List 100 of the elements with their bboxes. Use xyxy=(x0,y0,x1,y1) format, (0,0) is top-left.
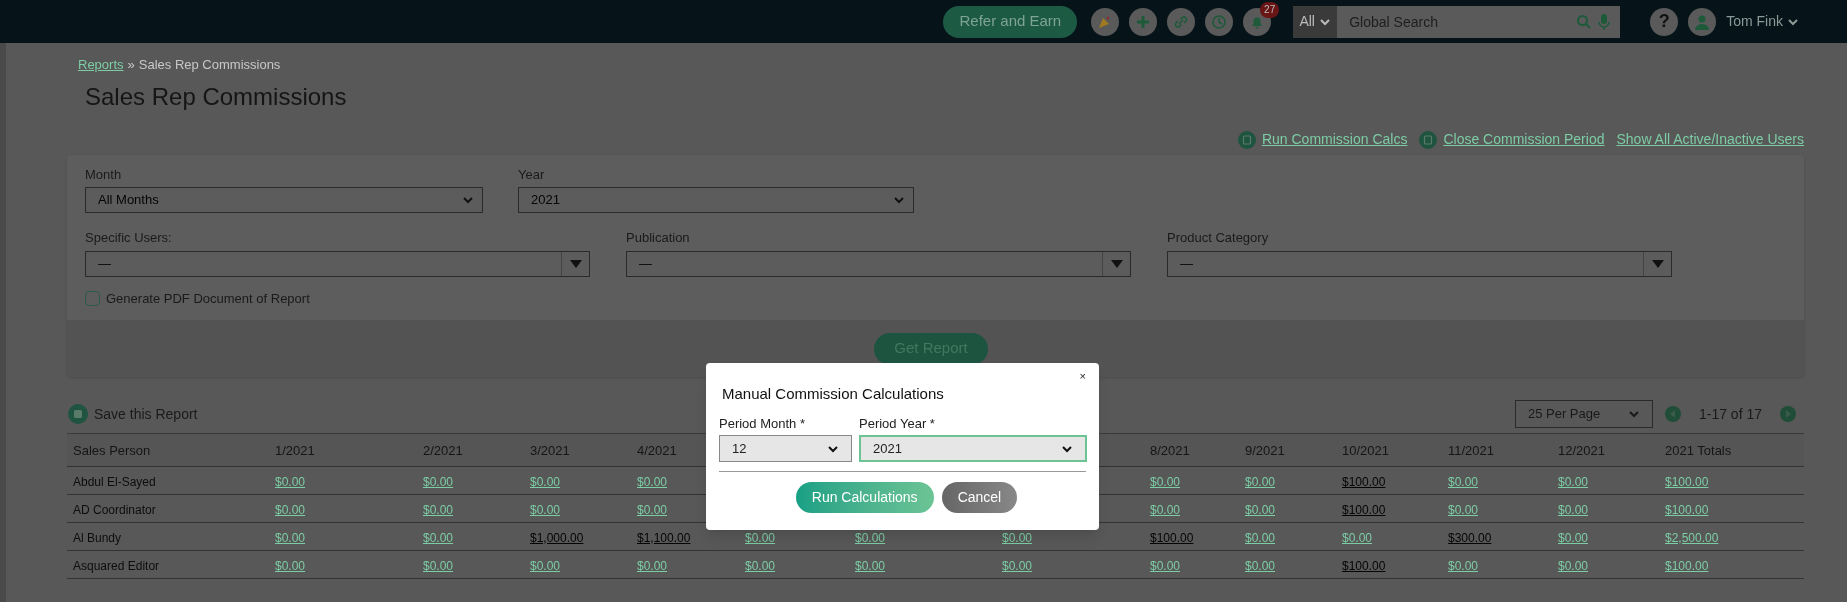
amount-link[interactable]: $1,100.00 xyxy=(637,530,691,545)
period-month-select[interactable]: 12 xyxy=(719,435,852,462)
save-report-link[interactable]: Save this Report xyxy=(94,403,198,425)
field-label: Publication xyxy=(626,229,691,247)
amount-link[interactable]: $100.00 xyxy=(1342,502,1386,517)
product-category-select[interactable]: — xyxy=(1167,250,1672,277)
amount-link[interactable]: $0.00 xyxy=(530,558,561,573)
field-label: Month xyxy=(85,165,123,184)
amount-link[interactable]: $0.00 xyxy=(1150,558,1181,573)
link-icon[interactable] xyxy=(1167,7,1196,36)
amount-link[interactable]: $2,500.00 xyxy=(1665,530,1719,545)
amount-link[interactable]: $0.00 xyxy=(1150,474,1181,489)
save-icon xyxy=(68,404,88,424)
document-icon xyxy=(1237,130,1256,149)
publication-select[interactable]: — xyxy=(626,250,1131,277)
amount-link[interactable]: $0.00 xyxy=(745,530,776,545)
column-header: 3/2021 xyxy=(530,443,570,458)
amount-link[interactable]: $0.00 xyxy=(423,474,454,489)
action-link[interactable]: Close Commission Period xyxy=(1443,129,1605,150)
cancel-button[interactable]: Cancel xyxy=(941,482,1018,513)
close-button[interactable]: × xyxy=(1079,371,1086,381)
amount-link[interactable]: $0.00 xyxy=(637,502,668,517)
chevron-down-icon xyxy=(893,194,905,206)
amount-link[interactable]: $0.00 xyxy=(637,474,668,489)
amount-link[interactable]: $0.00 xyxy=(530,474,561,489)
amount-link[interactable]: $0.00 xyxy=(423,558,454,573)
year-select[interactable]: 2021 xyxy=(518,187,914,213)
amount-link[interactable]: $0.00 xyxy=(1558,474,1589,489)
column-header: 8/2021 xyxy=(1150,443,1190,458)
help-icon[interactable]: ? xyxy=(1650,7,1679,36)
party-popper-icon[interactable] xyxy=(1091,7,1120,36)
dropdown-triangle-icon xyxy=(1110,259,1123,268)
amount-link[interactable]: $100.00 xyxy=(1150,530,1194,545)
column-header: 1/2021 xyxy=(275,443,315,458)
chevron-down-icon xyxy=(1627,408,1640,420)
amount-link[interactable]: $100.00 xyxy=(1665,502,1709,517)
specific-users-select[interactable]: — xyxy=(85,250,590,277)
amount-link[interactable]: $100.00 xyxy=(1342,474,1386,489)
dropdown-triangle-icon xyxy=(1651,259,1664,268)
amount-link[interactable]: $100.00 xyxy=(1665,558,1709,573)
field-label: Period Year * xyxy=(859,414,936,433)
column-header: 9/2021 xyxy=(1245,443,1285,458)
column-header: 2/2021 xyxy=(423,443,463,458)
user-avatar-icon[interactable] xyxy=(1688,7,1717,36)
amount-link[interactable]: $0.00 xyxy=(637,558,668,573)
amount-link[interactable]: $0.00 xyxy=(530,502,561,517)
column-header: 10/2021 xyxy=(1342,443,1389,458)
page-title: Sales Rep Commissions xyxy=(85,81,348,112)
plus-icon[interactable] xyxy=(1129,7,1158,36)
amount-link[interactable]: $0.00 xyxy=(1448,558,1479,573)
amount-link[interactable]: $0.00 xyxy=(1150,502,1181,517)
amount-link[interactable]: $0.00 xyxy=(855,558,886,573)
amount-link[interactable]: $0.00 xyxy=(423,502,454,517)
column-header: Sales Person xyxy=(73,443,151,458)
amount-link[interactable]: $100.00 xyxy=(1665,474,1709,489)
amount-link[interactable]: $0.00 xyxy=(1342,530,1373,545)
refer-button[interactable]: Refer and Earn xyxy=(943,5,1078,38)
dialog-title: Manual Commission Calculations xyxy=(722,384,945,404)
run-calculations-button[interactable]: Run Calculations xyxy=(795,482,934,513)
field-label: Product Category xyxy=(1167,229,1270,247)
breadcrumb-link[interactable]: Reports xyxy=(78,55,124,75)
user-menu[interactable]: Tom Fink xyxy=(1726,11,1799,32)
amount-link[interactable]: $1,000.00 xyxy=(530,530,584,545)
action-link[interactable]: Show All Active/Inactive Users xyxy=(1616,129,1804,150)
amount-link[interactable]: $0.00 xyxy=(1558,530,1589,545)
column-header: 12/2021 xyxy=(1558,443,1605,458)
amount-link[interactable]: $0.00 xyxy=(1245,502,1276,517)
history-icon[interactable] xyxy=(1205,7,1234,36)
period-year-select[interactable]: 2021 xyxy=(859,435,1087,462)
amount-link[interactable]: $0.00 xyxy=(1002,558,1033,573)
notification-badge: 27 xyxy=(1260,1,1280,18)
amount-link[interactable]: $0.00 xyxy=(1245,474,1276,489)
action-link[interactable]: Run Commission Calcs xyxy=(1261,129,1408,150)
amount-link[interactable]: $0.00 xyxy=(275,558,306,573)
amount-link[interactable]: $0.00 xyxy=(275,502,306,517)
amount-link[interactable]: $0.00 xyxy=(745,558,776,573)
amount-link[interactable]: $300.00 xyxy=(1448,530,1492,545)
search-scope-dropdown[interactable]: All xyxy=(1293,5,1338,38)
amount-link[interactable]: $0.00 xyxy=(1245,530,1276,545)
breadcrumb-current: Sales Rep Commissions xyxy=(138,56,281,74)
amount-link[interactable]: $0.00 xyxy=(1002,530,1033,545)
amount-link[interactable]: $0.00 xyxy=(1558,558,1589,573)
pdf-checkbox[interactable] xyxy=(85,290,100,306)
amount-link[interactable]: $0.00 xyxy=(1448,474,1479,489)
column-header: 4/2021 xyxy=(637,443,677,458)
field-label: Specific Users: xyxy=(85,229,173,247)
amount-link[interactable]: $0.00 xyxy=(855,530,886,545)
amount-link[interactable]: $0.00 xyxy=(1245,558,1276,573)
amount-link[interactable]: $0.00 xyxy=(1558,502,1589,517)
amount-link[interactable]: $0.00 xyxy=(275,530,306,545)
per-page-select[interactable]: 25 Per Page xyxy=(1514,400,1653,428)
table-cell: Abdul El-Sayed xyxy=(73,474,156,489)
amount-link[interactable]: $0.00 xyxy=(275,474,306,489)
dropdown-triangle-icon xyxy=(569,259,582,268)
amount-link[interactable]: $0.00 xyxy=(1448,502,1479,517)
amount-link[interactable]: $100.00 xyxy=(1342,558,1386,573)
month-select[interactable]: All Months xyxy=(85,187,483,213)
amount-link[interactable]: $0.00 xyxy=(423,530,454,545)
field-label: Year xyxy=(518,165,546,184)
chevron-down-icon xyxy=(462,194,474,206)
